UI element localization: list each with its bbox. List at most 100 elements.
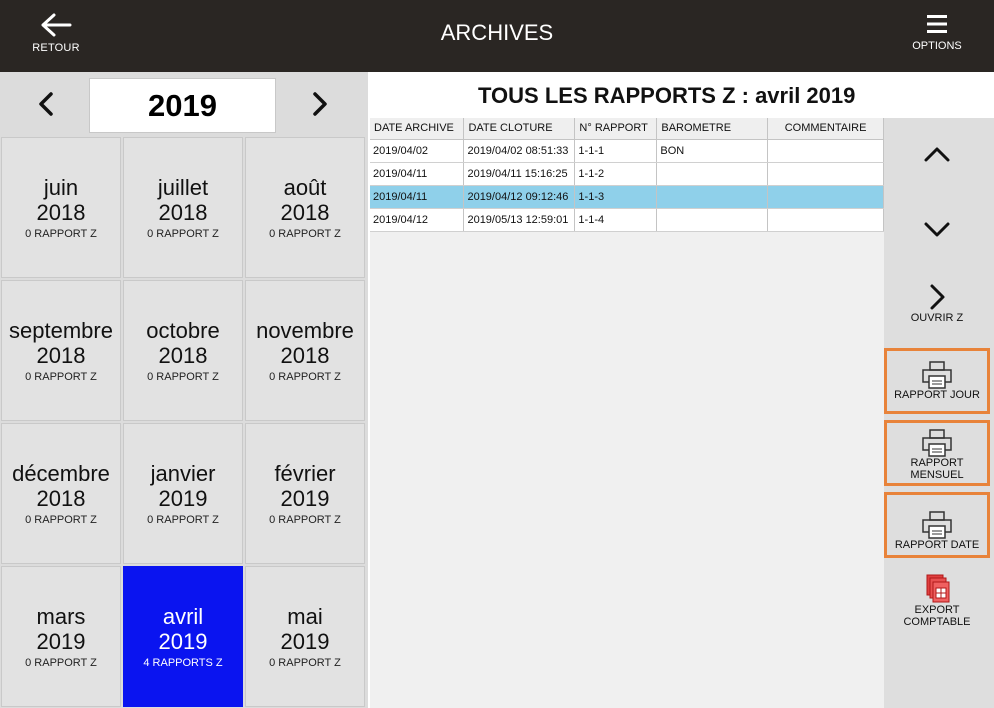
arrow-left-icon <box>41 13 72 37</box>
chevron-down-icon <box>924 222 950 237</box>
column-header[interactable]: DATE ARCHIVE <box>370 118 465 140</box>
month-tile[interactable]: mai 2019 0 RAPPORT Z <box>245 566 365 707</box>
column-header[interactable]: DATE CLOTURE <box>463 118 576 140</box>
report-count: 0 RAPPORT Z <box>269 228 341 240</box>
year-navigator: 2019 <box>0 72 368 136</box>
month-name: octobre <box>146 318 220 343</box>
rapport-date-button[interactable]: RAPPORT DATE <box>884 492 990 558</box>
report-count: 4 RAPPORTS Z <box>143 657 223 669</box>
printer-icon <box>922 361 952 389</box>
scroll-up-button[interactable] <box>884 138 990 178</box>
month-grid: juin 2018 0 RAPPORT Z juillet 2018 0 RAP… <box>0 136 368 708</box>
scroll-down-button[interactable] <box>884 212 990 252</box>
month-panel: 2019 juin 2018 0 RAPPORT Z juillet 2018 … <box>0 72 368 708</box>
month-tile-selected[interactable]: avril 2019 4 RAPPORTS Z <box>123 566 243 707</box>
report-count: 0 RAPPORT Z <box>147 371 219 383</box>
table-cell: 2019/04/11 <box>370 185 465 209</box>
prev-year-button[interactable] <box>26 84 66 124</box>
month-tile[interactable]: octobre 2018 0 RAPPORT Z <box>123 280 243 421</box>
month-year: 2019 <box>158 629 208 654</box>
table-cell: 1-1-2 <box>574 162 658 186</box>
month-name: juin <box>43 175 79 200</box>
table-row[interactable]: 2019/04/12 2019/05/13 12:59:01 1-1-4 <box>370 208 884 232</box>
table-cell <box>767 208 884 232</box>
table-cell: 1-1-1 <box>574 139 658 163</box>
report-count: 0 RAPPORT Z <box>269 657 341 669</box>
report-count: 0 RAPPORT Z <box>269 514 341 526</box>
chevron-left-icon <box>39 92 53 116</box>
month-year: 2018 <box>158 343 208 368</box>
chevron-right-icon <box>930 284 945 310</box>
month-tile[interactable]: novembre 2018 0 RAPPORT Z <box>245 280 365 421</box>
month-name: janvier <box>150 461 216 486</box>
options-label: OPTIONS <box>912 40 962 52</box>
month-tile[interactable]: août 2018 0 RAPPORT Z <box>245 137 365 278</box>
month-year: 2018 <box>280 200 330 225</box>
page-title: ARCHIVES <box>440 20 554 45</box>
report-count: 0 RAPPORT Z <box>25 228 97 240</box>
report-table: DATE ARCHIVE DATE CLOTURE N° RAPPORT BAR… <box>370 118 884 232</box>
month-tile[interactable]: février 2019 0 RAPPORT Z <box>245 423 365 564</box>
column-header[interactable]: N° RAPPORT <box>574 118 658 140</box>
rapport-mensuel-label-1: RAPPORT <box>910 457 964 469</box>
month-tile[interactable]: septembre 2018 0 RAPPORT Z <box>1 280 121 421</box>
next-year-button[interactable] <box>300 84 340 124</box>
rapport-mensuel-button[interactable]: RAPPORT MENSUEL <box>884 420 990 486</box>
rapport-date-label: RAPPORT DATE <box>894 539 980 551</box>
report-count: 0 RAPPORT Z <box>147 514 219 526</box>
table-cell <box>656 208 769 232</box>
table-cell: 2019/05/13 12:59:01 <box>463 208 576 232</box>
table-cell <box>767 185 884 209</box>
column-header[interactable]: BAROMETRE <box>656 118 769 140</box>
table-row-selected[interactable]: 2019/04/11 2019/04/12 09:12:46 1-1-3 <box>370 185 884 209</box>
table-cell <box>656 162 769 186</box>
report-count: 0 RAPPORT Z <box>269 371 341 383</box>
export-label-1: EXPORT <box>914 604 960 616</box>
month-year: 2019 <box>158 486 208 511</box>
back-label: RETOUR <box>32 42 80 54</box>
top-bar: RETOUR ARCHIVES OPTIONS <box>0 0 994 72</box>
export-document-icon <box>926 574 950 603</box>
month-tile[interactable]: mars 2019 0 RAPPORT Z <box>1 566 121 707</box>
month-year: 2018 <box>36 486 86 511</box>
report-count: 0 RAPPORT Z <box>25 514 97 526</box>
month-tile[interactable]: janvier 2019 0 RAPPORT Z <box>123 423 243 564</box>
month-year: 2019 <box>36 629 86 654</box>
month-name: mars <box>36 604 86 629</box>
report-count: 0 RAPPORT Z <box>25 657 97 669</box>
rapport-jour-button[interactable]: RAPPORT JOUR <box>884 348 990 414</box>
month-name: septembre <box>9 318 113 343</box>
month-tile[interactable]: décembre 2018 0 RAPPORT Z <box>1 423 121 564</box>
table-header-row: DATE ARCHIVE DATE CLOTURE N° RAPPORT BAR… <box>370 118 884 140</box>
table-cell: 2019/04/11 <box>370 162 465 186</box>
table-cell <box>767 139 884 163</box>
table-row[interactable]: 2019/04/02 2019/04/02 08:51:33 1-1-1 BON <box>370 139 884 163</box>
table-cell: 2019/04/12 09:12:46 <box>463 185 576 209</box>
export-comptable-button[interactable]: EXPORT COMPTABLE <box>884 574 990 634</box>
month-tile[interactable]: juin 2018 0 RAPPORT Z <box>1 137 121 278</box>
month-name: décembre <box>12 461 110 486</box>
hamburger-menu-icon <box>927 15 947 33</box>
month-year: 2018 <box>36 343 86 368</box>
table-cell: 2019/04/11 15:16:25 <box>463 162 576 186</box>
table-cell: 2019/04/02 08:51:33 <box>463 139 576 163</box>
open-z-label: OUVRIR Z <box>910 312 964 324</box>
open-z-button[interactable]: OUVRIR Z <box>884 282 990 330</box>
month-year: 2018 <box>280 343 330 368</box>
side-toolbar: OUVRIR Z RAPPORT JOUR RAPPORT MENSUEL RA… <box>884 118 994 708</box>
month-tile[interactable]: juillet 2018 0 RAPPORT Z <box>123 137 243 278</box>
table-cell: 2019/04/02 <box>370 139 465 163</box>
options-button[interactable]: OPTIONS <box>902 10 972 66</box>
month-name: août <box>283 175 327 200</box>
report-title: TOUS LES RAPPORTS Z : avril 2019 <box>370 72 994 118</box>
table-cell: 1-1-3 <box>574 185 658 209</box>
rapport-mensuel-label-2: MENSUEL <box>910 469 964 481</box>
chevron-up-icon <box>924 147 950 162</box>
column-header[interactable]: COMMENTAIRE <box>767 118 884 140</box>
month-name: novembre <box>256 318 354 343</box>
export-label-2: COMPTABLE <box>903 616 971 628</box>
table-row[interactable]: 2019/04/11 2019/04/11 15:16:25 1-1-2 <box>370 162 884 186</box>
report-table-area: DATE ARCHIVE DATE CLOTURE N° RAPPORT BAR… <box>370 118 884 708</box>
table-cell: 1-1-4 <box>574 208 658 232</box>
back-button[interactable]: RETOUR <box>20 10 92 66</box>
